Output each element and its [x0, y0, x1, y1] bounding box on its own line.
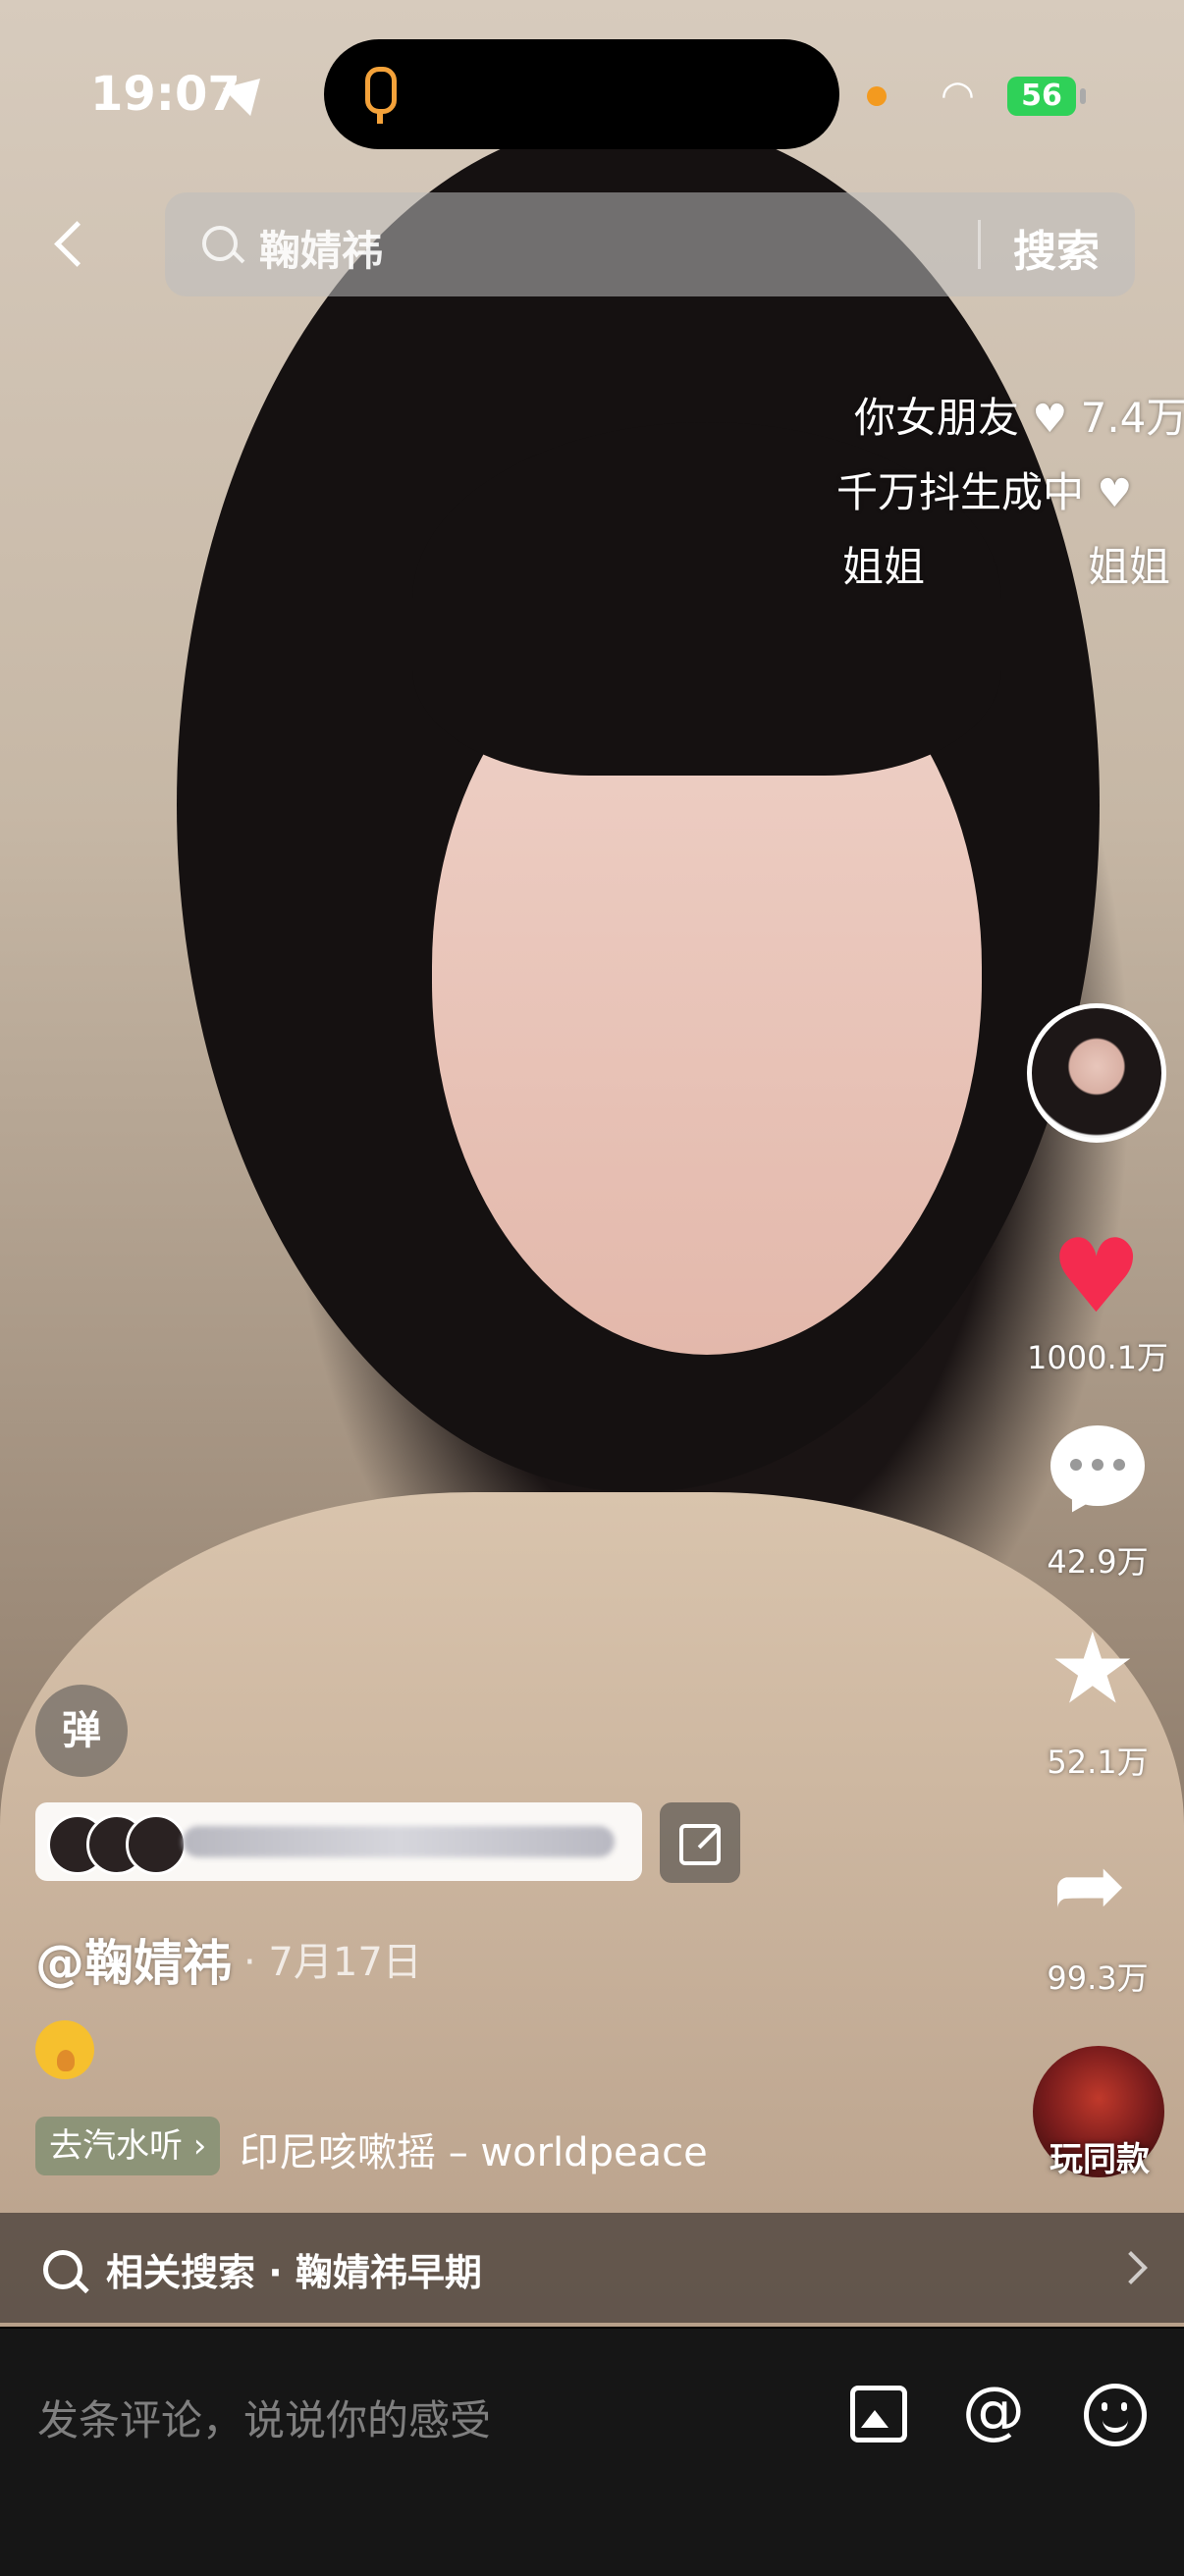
video-frame-sweater [0, 1492, 1184, 2327]
danmaku-likes: 7.4万 [1080, 394, 1184, 442]
status-time: 19:07 [90, 67, 241, 122]
danmaku-text: 千万抖生成中 [836, 468, 1085, 516]
wifi-icon: ◠ [941, 73, 975, 118]
microphone-icon [365, 67, 397, 114]
image-icon[interactable] [850, 2386, 907, 2442]
blurred-comment-text [183, 1826, 615, 1857]
heart-icon: ♥ [1097, 471, 1133, 516]
mention-at-icon[interactable]: @ [962, 2372, 1025, 2450]
status-bar: 19:07 ◠ 56 [0, 0, 1184, 187]
comment-count: 42.9万 [1047, 1543, 1149, 1581]
search-icon [43, 2250, 82, 2289]
danmaku-item[interactable]: 姐姐 [842, 534, 925, 594]
music-app-link[interactable]: 去汽水听 › [35, 2117, 221, 2175]
battery-cap [1080, 88, 1086, 104]
favorite-star-icon[interactable]: ★ [1049, 1620, 1137, 1718]
dynamic-island [324, 39, 839, 149]
search-bar[interactable]: 鞠婧祎 搜索 [165, 192, 1135, 296]
danmaku-item[interactable]: 你女朋友 ♥ 7.4万 [854, 385, 1184, 445]
search-input[interactable]: 鞠婧祎 [259, 218, 383, 278]
write-danmaku-button[interactable] [660, 1802, 740, 1883]
danmaku-text: 姐姐 [1088, 543, 1171, 591]
search-button[interactable]: 搜索 [1013, 216, 1100, 279]
creator-avatar[interactable] [1027, 1003, 1166, 1143]
danmaku-text: 你女朋友 [854, 394, 1020, 442]
back-button[interactable] [49, 216, 88, 275]
share-arrow-icon[interactable]: ➦ [1052, 1842, 1126, 1930]
chevron-right-icon [1114, 2251, 1148, 2284]
search-icon [202, 226, 238, 261]
related-search-bar[interactable]: 相关搜索 · 鞠婧祎早期 [0, 2213, 1184, 2323]
like-count: 1000.1万 [1027, 1339, 1168, 1376]
heart-icon: ♥ [1032, 397, 1068, 442]
mic-indicator-dot [867, 86, 887, 106]
play-same-label: 玩同款 [1049, 2140, 1150, 2179]
microphone-stem [377, 112, 383, 124]
comment-input[interactable]: 发条评论，说说你的感受 [37, 2388, 491, 2447]
danmaku-item[interactable]: 千万抖生成中 ♥ [836, 459, 1132, 519]
battery-icon: 56 [1007, 77, 1076, 116]
danmaku-comment-strip[interactable] [35, 1802, 642, 1881]
danmaku-text: 姐姐 [842, 543, 926, 591]
danmaku-toggle-button[interactable]: 弹 [35, 1685, 128, 1777]
comment-dots [1070, 1459, 1082, 1471]
like-icon[interactable]: ♥ [1050, 1225, 1142, 1327]
comment-icon[interactable] [1050, 1425, 1145, 1506]
shushing-face-emoji-icon [35, 2020, 94, 2079]
music-title[interactable]: 印尼咳嗽摇 – worldpeace [240, 2120, 721, 2177]
emoji-smile-icon[interactable] [1084, 2384, 1147, 2446]
share-count: 99.3万 [1047, 1959, 1149, 1997]
post-date: · 7月17日 [243, 1940, 422, 1985]
related-search-label: 相关搜索 · 鞠婧祎早期 [106, 2251, 482, 2294]
danmaku-item[interactable]: 姐姐 [1088, 534, 1170, 594]
strip-avatar [126, 1814, 187, 1875]
author-name[interactable]: @鞠婧祎 [35, 1924, 232, 1995]
favorite-count: 52.1万 [1047, 1744, 1149, 1781]
comment-input-bar: 发条评论，说说你的感受 @ [0, 2327, 1184, 2576]
search-divider [978, 220, 981, 269]
